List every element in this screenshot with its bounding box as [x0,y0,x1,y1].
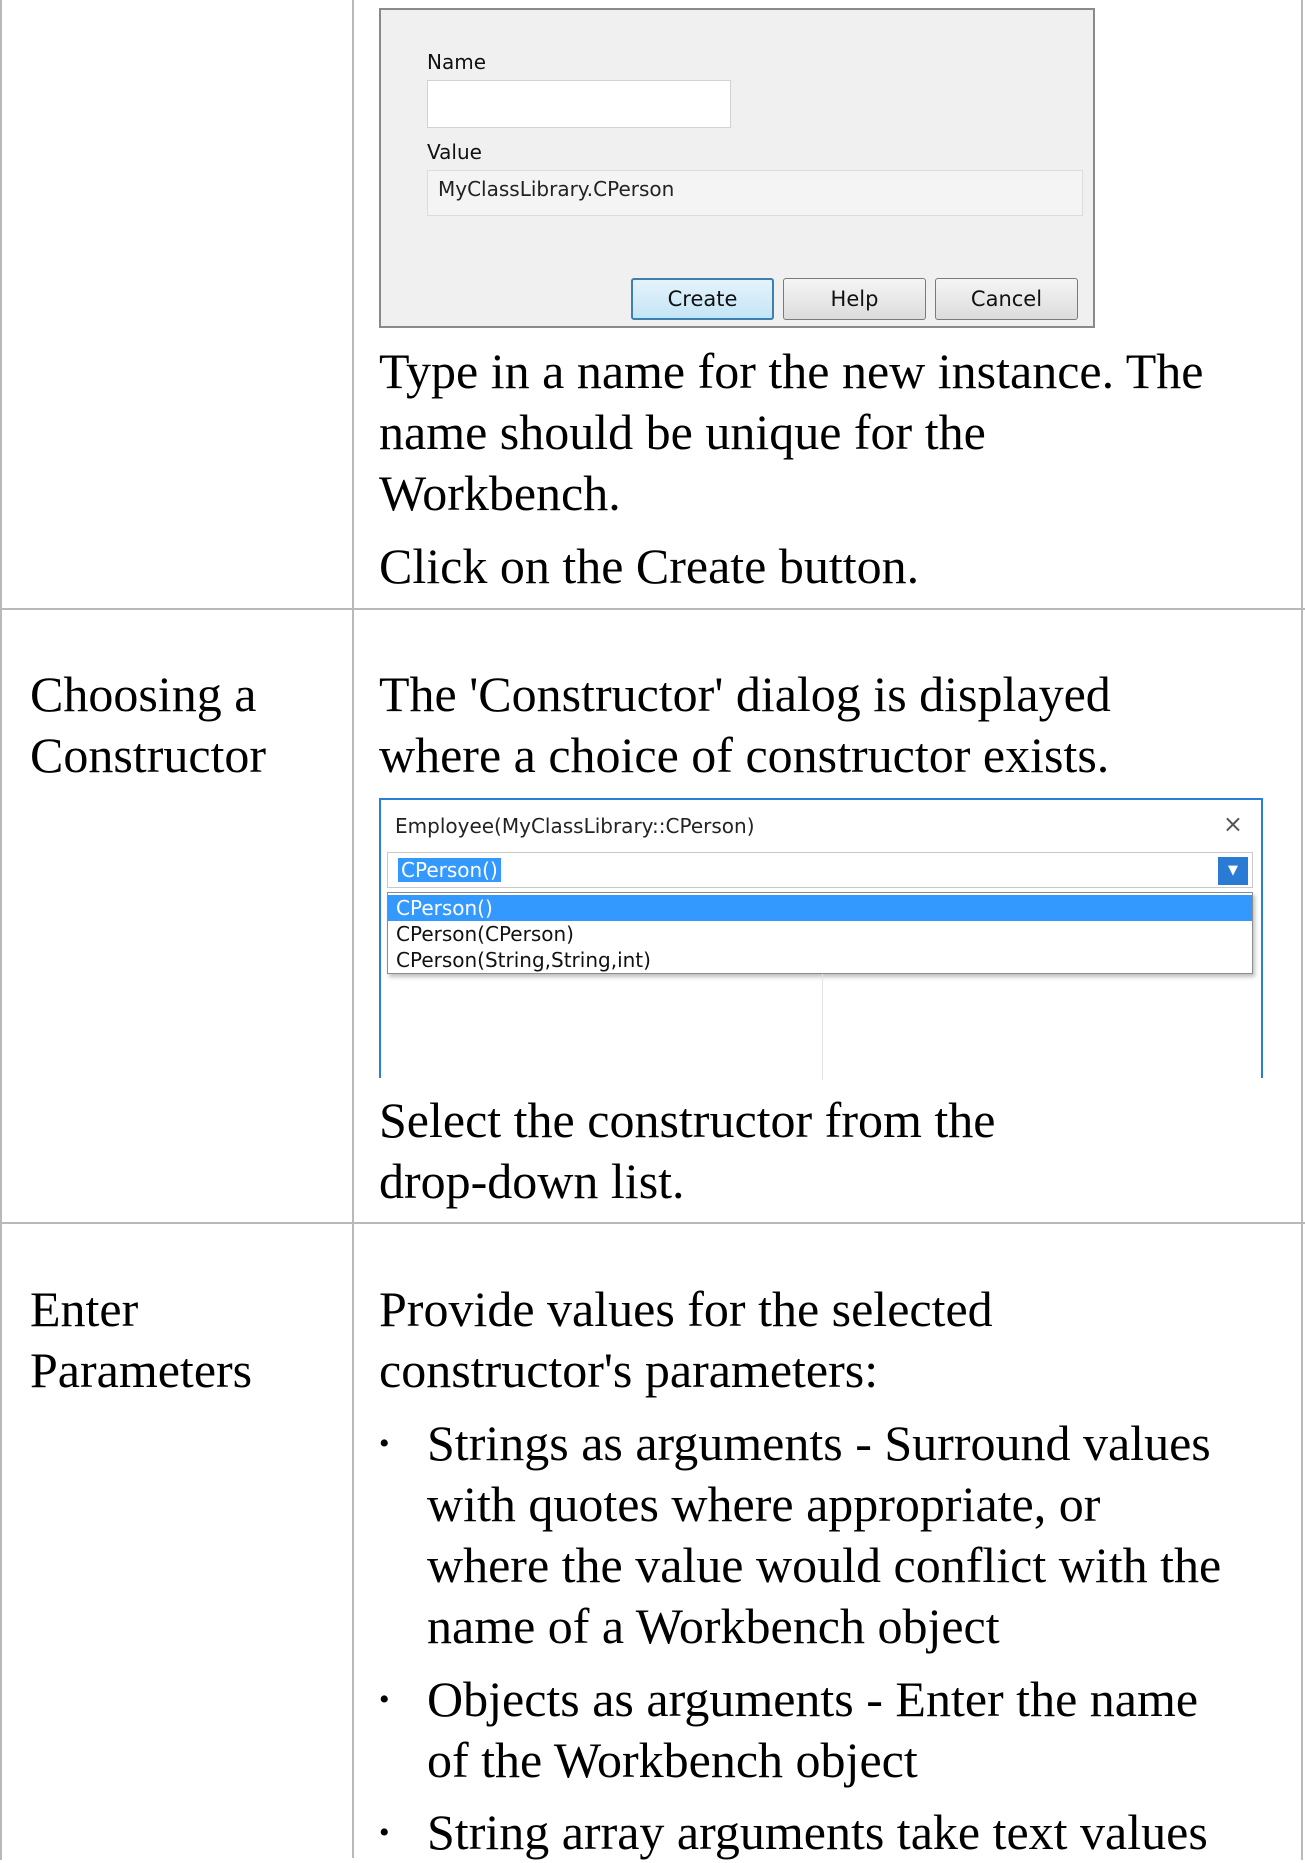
desc-line: Select the constructor from the [379,1092,996,1148]
value-field: MyClassLibrary.CPerson [427,170,1083,216]
list-item-text: Strings as arguments - Surround values w… [427,1413,1287,1657]
bullet-icon: • [379,1683,390,1716]
column-divider [352,0,354,1858]
constructor-dialog: Employee(MyClassLibrary::CPerson) × CPer… [379,798,1263,1080]
bullet-icon: • [379,1816,390,1849]
name-input[interactable] [427,80,731,128]
list-item-line: Strings as arguments - Surround values [427,1415,1211,1471]
row3-description: Provide values for the selected construc… [379,1279,1279,1401]
chevron-down-icon[interactable]: ▼ [1218,857,1248,885]
bullet-icon: • [379,1427,390,1460]
value-label: Value [427,140,482,164]
dropdown-option[interactable]: CPerson() [388,895,1252,921]
list-item-line: String array arguments take text values [427,1804,1208,1860]
list-item-line: where the value would conflict with the [427,1537,1222,1593]
list-item-line: with quotes where appropriate, or [427,1476,1101,1532]
dropdown-option[interactable]: CPerson(CPerson) [388,921,1252,947]
label-line: Choosing a [30,666,257,722]
help-button[interactable]: Help [783,278,926,320]
constructor-combobox[interactable]: CPerson() ▼ [387,852,1253,888]
desc-line: Workbench. [379,465,621,521]
grid-divider [822,974,823,1080]
create-button[interactable]: Create [631,278,774,320]
step-label-choosing-constructor: Choosing a Constructor [30,664,266,786]
combobox-selected-value: CPerson() [398,858,501,882]
dropdown-option[interactable]: CPerson(String,String,int) [388,947,1252,973]
constructor-dropdown-list: CPerson() CPerson(CPerson) CPerson(Strin… [387,892,1253,974]
list-item-line: of the Workbench object [427,1732,918,1788]
row1-description: Type in a name for the new instance. The… [379,341,1279,524]
list-item-line: Objects as arguments - Enter the name [427,1671,1199,1727]
row2-after-text: Select the constructor from the drop-dow… [379,1090,1279,1212]
step-label-enter-parameters: Enter Parameters [30,1279,252,1401]
list-item-line: name of a Workbench object [427,1598,1000,1654]
list-item-text: Objects as arguments - Enter the name of… [427,1669,1287,1791]
new-instance-dialog: Name Value MyClassLibrary.CPerson Create… [379,8,1095,328]
desc-line: name should be unique for the [379,404,986,460]
row-separator [0,1222,1305,1224]
label-line: Constructor [30,727,267,783]
label-line: Enter [30,1281,139,1337]
row1-instruction: Click on the Create button. [379,538,920,594]
row-separator [0,608,1305,610]
desc-line: constructor's parameters: [379,1342,879,1398]
close-icon[interactable]: × [1223,810,1243,838]
desc-line: Provide values for the selected [379,1281,993,1337]
cancel-button[interactable]: Cancel [935,278,1078,320]
row2-description: The 'Constructor' dialog is displayed wh… [379,664,1279,786]
dialog-title: Employee(MyClassLibrary::CPerson) [395,814,755,838]
desc-line: The 'Constructor' dialog is displayed [379,666,1111,722]
desc-line: where a choice of constructor exists. [379,727,1110,783]
desc-line: Type in a name for the new instance. The [379,343,1204,399]
name-label: Name [427,50,487,74]
desc-line: drop-down list. [379,1153,685,1209]
list-item-text: String array arguments take text values [427,1802,1287,1863]
label-line: Parameters [30,1342,253,1398]
